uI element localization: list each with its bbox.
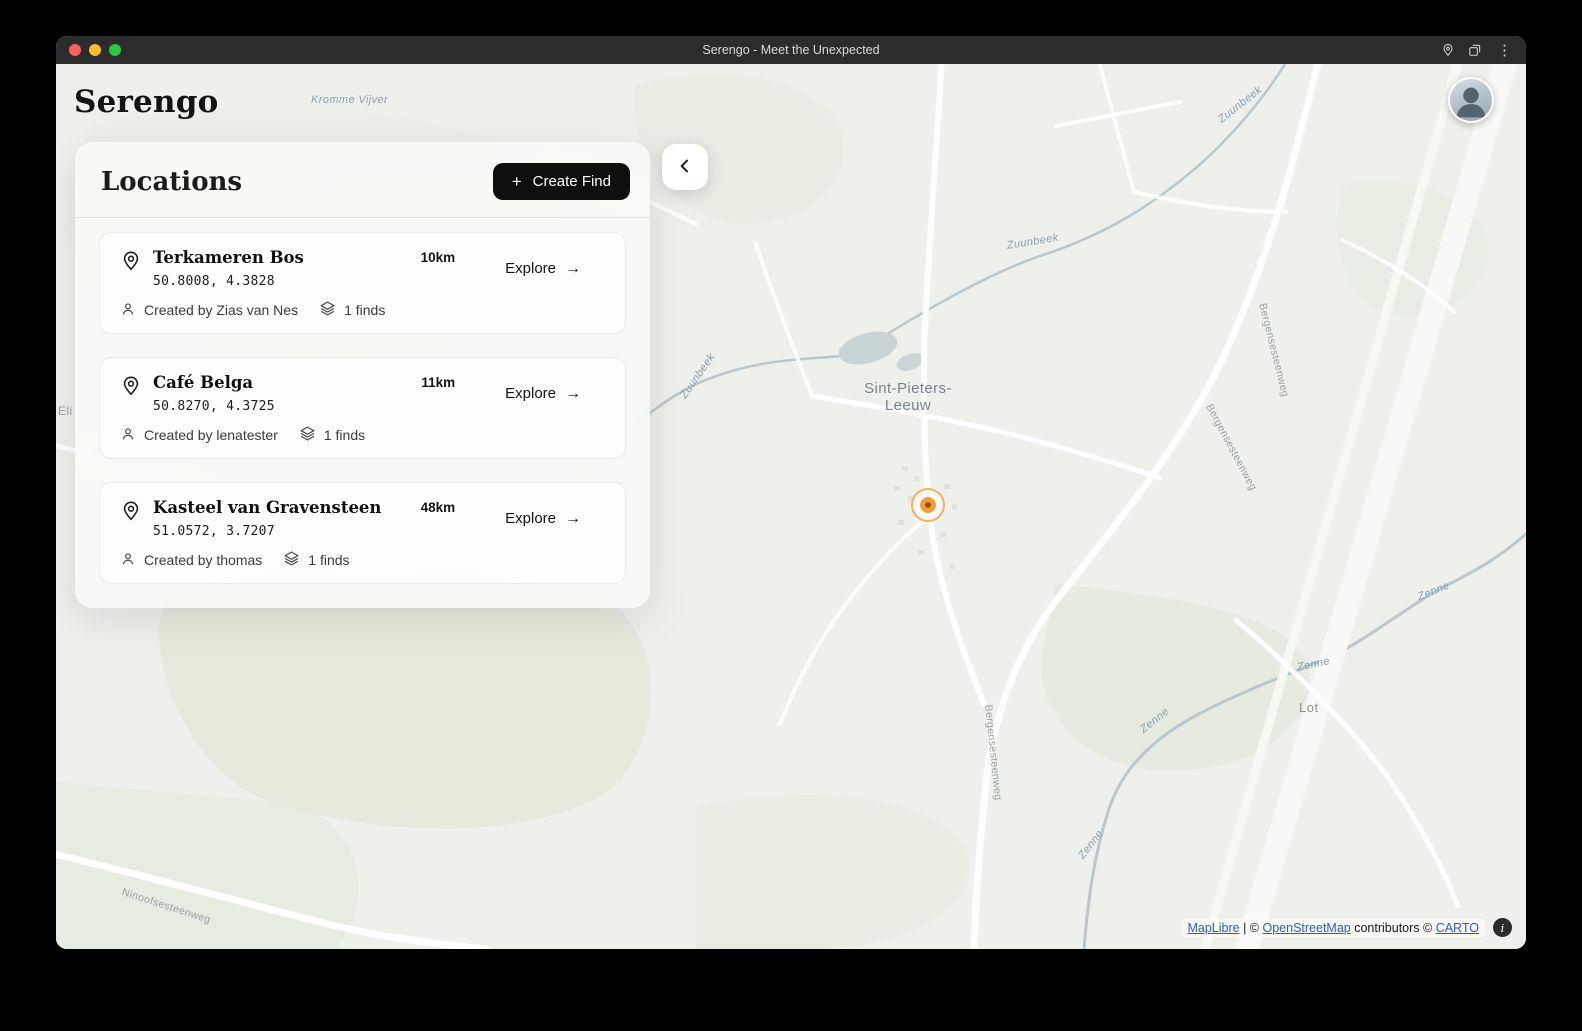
traffic-lights xyxy=(56,44,121,56)
avatar-photo xyxy=(1450,79,1492,121)
finds-group: 1 finds xyxy=(299,425,365,445)
map-location-marker[interactable] xyxy=(911,488,945,522)
panel-title: Locations xyxy=(101,167,242,197)
card-meta-row: Created by thomas 1 finds xyxy=(120,550,605,570)
finds-count: 1 finds xyxy=(324,427,365,443)
map-pin-icon xyxy=(120,498,144,527)
plus-icon: + xyxy=(512,173,522,190)
arrow-right-icon: → xyxy=(565,261,581,277)
user-icon xyxy=(120,301,136,320)
location-name: Terkameren Bos xyxy=(153,248,304,267)
location-text: Café Belga 50.8270, 4.3725 xyxy=(153,373,275,414)
marker-dot xyxy=(920,497,936,513)
layers-icon xyxy=(319,300,336,320)
card-main-row: Café Belga 50.8270, 4.3725 11km Explore … xyxy=(120,373,605,414)
location-distance: 10km xyxy=(421,248,456,265)
layers-icon xyxy=(299,425,316,445)
map-attribution: MapLibre | © OpenStreetMap contributors … xyxy=(1181,918,1512,937)
location-distance: 48km xyxy=(421,498,456,515)
location-name: Café Belga xyxy=(153,373,275,392)
explore-link[interactable]: Explore → xyxy=(505,260,581,277)
menu-dots-icon[interactable]: ⋮ xyxy=(1495,43,1514,58)
maplibre-link[interactable]: MapLibre xyxy=(1187,921,1239,935)
fullscreen-window-button[interactable] xyxy=(109,44,121,56)
create-find-label: Create Find xyxy=(533,173,611,190)
app-window: Serengo - Meet the Unexpected ⋮ xyxy=(56,36,1526,949)
map-label-lot: Lot xyxy=(1299,700,1319,715)
created-by-text: Created by lenatester xyxy=(144,427,278,443)
info-icon[interactable]: i xyxy=(1493,918,1512,937)
close-window-button[interactable] xyxy=(69,44,81,56)
finds-count: 1 finds xyxy=(344,302,385,318)
card-main-row: Terkameren Bos 50.8008, 4.3828 10km Expl… xyxy=(120,248,605,289)
town-label-line2: Leeuw xyxy=(838,397,978,414)
location-pin-icon[interactable] xyxy=(1441,43,1455,57)
explore-label: Explore xyxy=(505,510,556,527)
created-by-text: Created by thomas xyxy=(144,552,262,568)
locations-panel: Locations + Create Find xyxy=(75,142,650,608)
collapse-panel-button[interactable] xyxy=(662,144,708,190)
attribution-separator: | © xyxy=(1240,921,1263,935)
app-logo: Serengo xyxy=(74,84,218,120)
tabs-icon[interactable] xyxy=(1468,43,1482,57)
explore-label: Explore xyxy=(505,260,556,277)
location-card: Terkameren Bos 50.8008, 4.3828 10km Expl… xyxy=(99,232,626,334)
panel-header: Locations + Create Find xyxy=(75,142,650,218)
carto-link[interactable]: CARTO xyxy=(1436,921,1479,935)
minimize-window-button[interactable] xyxy=(89,44,101,56)
chevron-left-icon xyxy=(675,156,695,179)
finds-count: 1 finds xyxy=(308,552,349,568)
create-find-button[interactable]: + Create Find xyxy=(493,163,630,200)
explore-link[interactable]: Explore → xyxy=(505,510,581,527)
location-card: Kasteel van Gravensteen 51.0572, 3.7207 … xyxy=(99,482,626,584)
window-title: Serengo - Meet the Unexpected xyxy=(56,43,1526,57)
map-label-sint-pieters-leeuw: Sint-Pieters- Leeuw xyxy=(838,380,978,414)
map-view[interactable]: Kromme Vijver Zuunbeek Zuunbeek Zuunbeek… xyxy=(56,64,1526,949)
card-meta-row: Created by Zias van Nes 1 finds xyxy=(120,300,605,320)
arrow-right-icon: → xyxy=(565,386,581,402)
user-avatar[interactable] xyxy=(1448,77,1494,123)
attribution-text: MapLibre | © OpenStreetMap contributors … xyxy=(1181,919,1485,937)
location-list: Terkameren Bos 50.8008, 4.3828 10km Expl… xyxy=(75,218,650,608)
location-text: Kasteel van Gravensteen 51.0572, 3.7207 xyxy=(153,498,381,539)
map-label-eli: Eli xyxy=(58,404,73,418)
location-text: Terkameren Bos 50.8008, 4.3828 xyxy=(153,248,304,289)
titlebar-actions: ⋮ xyxy=(1441,36,1514,64)
marker-core xyxy=(925,502,931,508)
map-pin-icon xyxy=(120,248,144,277)
location-distance: 11km xyxy=(421,373,455,390)
map-label-kromme-vijver: Kromme Vijver xyxy=(311,94,388,106)
finds-group: 1 finds xyxy=(283,550,349,570)
town-label-line1: Sint-Pieters- xyxy=(838,380,978,397)
attribution-contributors: contributors © xyxy=(1351,921,1436,935)
openstreetmap-link[interactable]: OpenStreetMap xyxy=(1263,921,1351,935)
user-icon xyxy=(120,551,136,570)
location-coordinates: 50.8270, 4.3725 xyxy=(153,399,275,414)
explore-link[interactable]: Explore → xyxy=(505,385,581,402)
location-card: Café Belga 50.8270, 4.3725 11km Explore … xyxy=(99,357,626,459)
arrow-right-icon: → xyxy=(565,511,581,527)
user-icon xyxy=(120,426,136,445)
location-name: Kasteel van Gravensteen xyxy=(153,498,381,517)
map-pin-icon xyxy=(120,373,144,402)
created-by-text: Created by Zias van Nes xyxy=(144,302,298,318)
layers-icon xyxy=(283,550,300,570)
location-coordinates: 50.8008, 4.3828 xyxy=(153,274,304,289)
window-titlebar: Serengo - Meet the Unexpected ⋮ xyxy=(56,36,1526,64)
finds-group: 1 finds xyxy=(319,300,385,320)
location-coordinates: 51.0572, 3.7207 xyxy=(153,524,381,539)
card-meta-row: Created by lenatester 1 finds xyxy=(120,425,605,445)
card-main-row: Kasteel van Gravensteen 51.0572, 3.7207 … xyxy=(120,498,605,539)
explore-label: Explore xyxy=(505,385,556,402)
